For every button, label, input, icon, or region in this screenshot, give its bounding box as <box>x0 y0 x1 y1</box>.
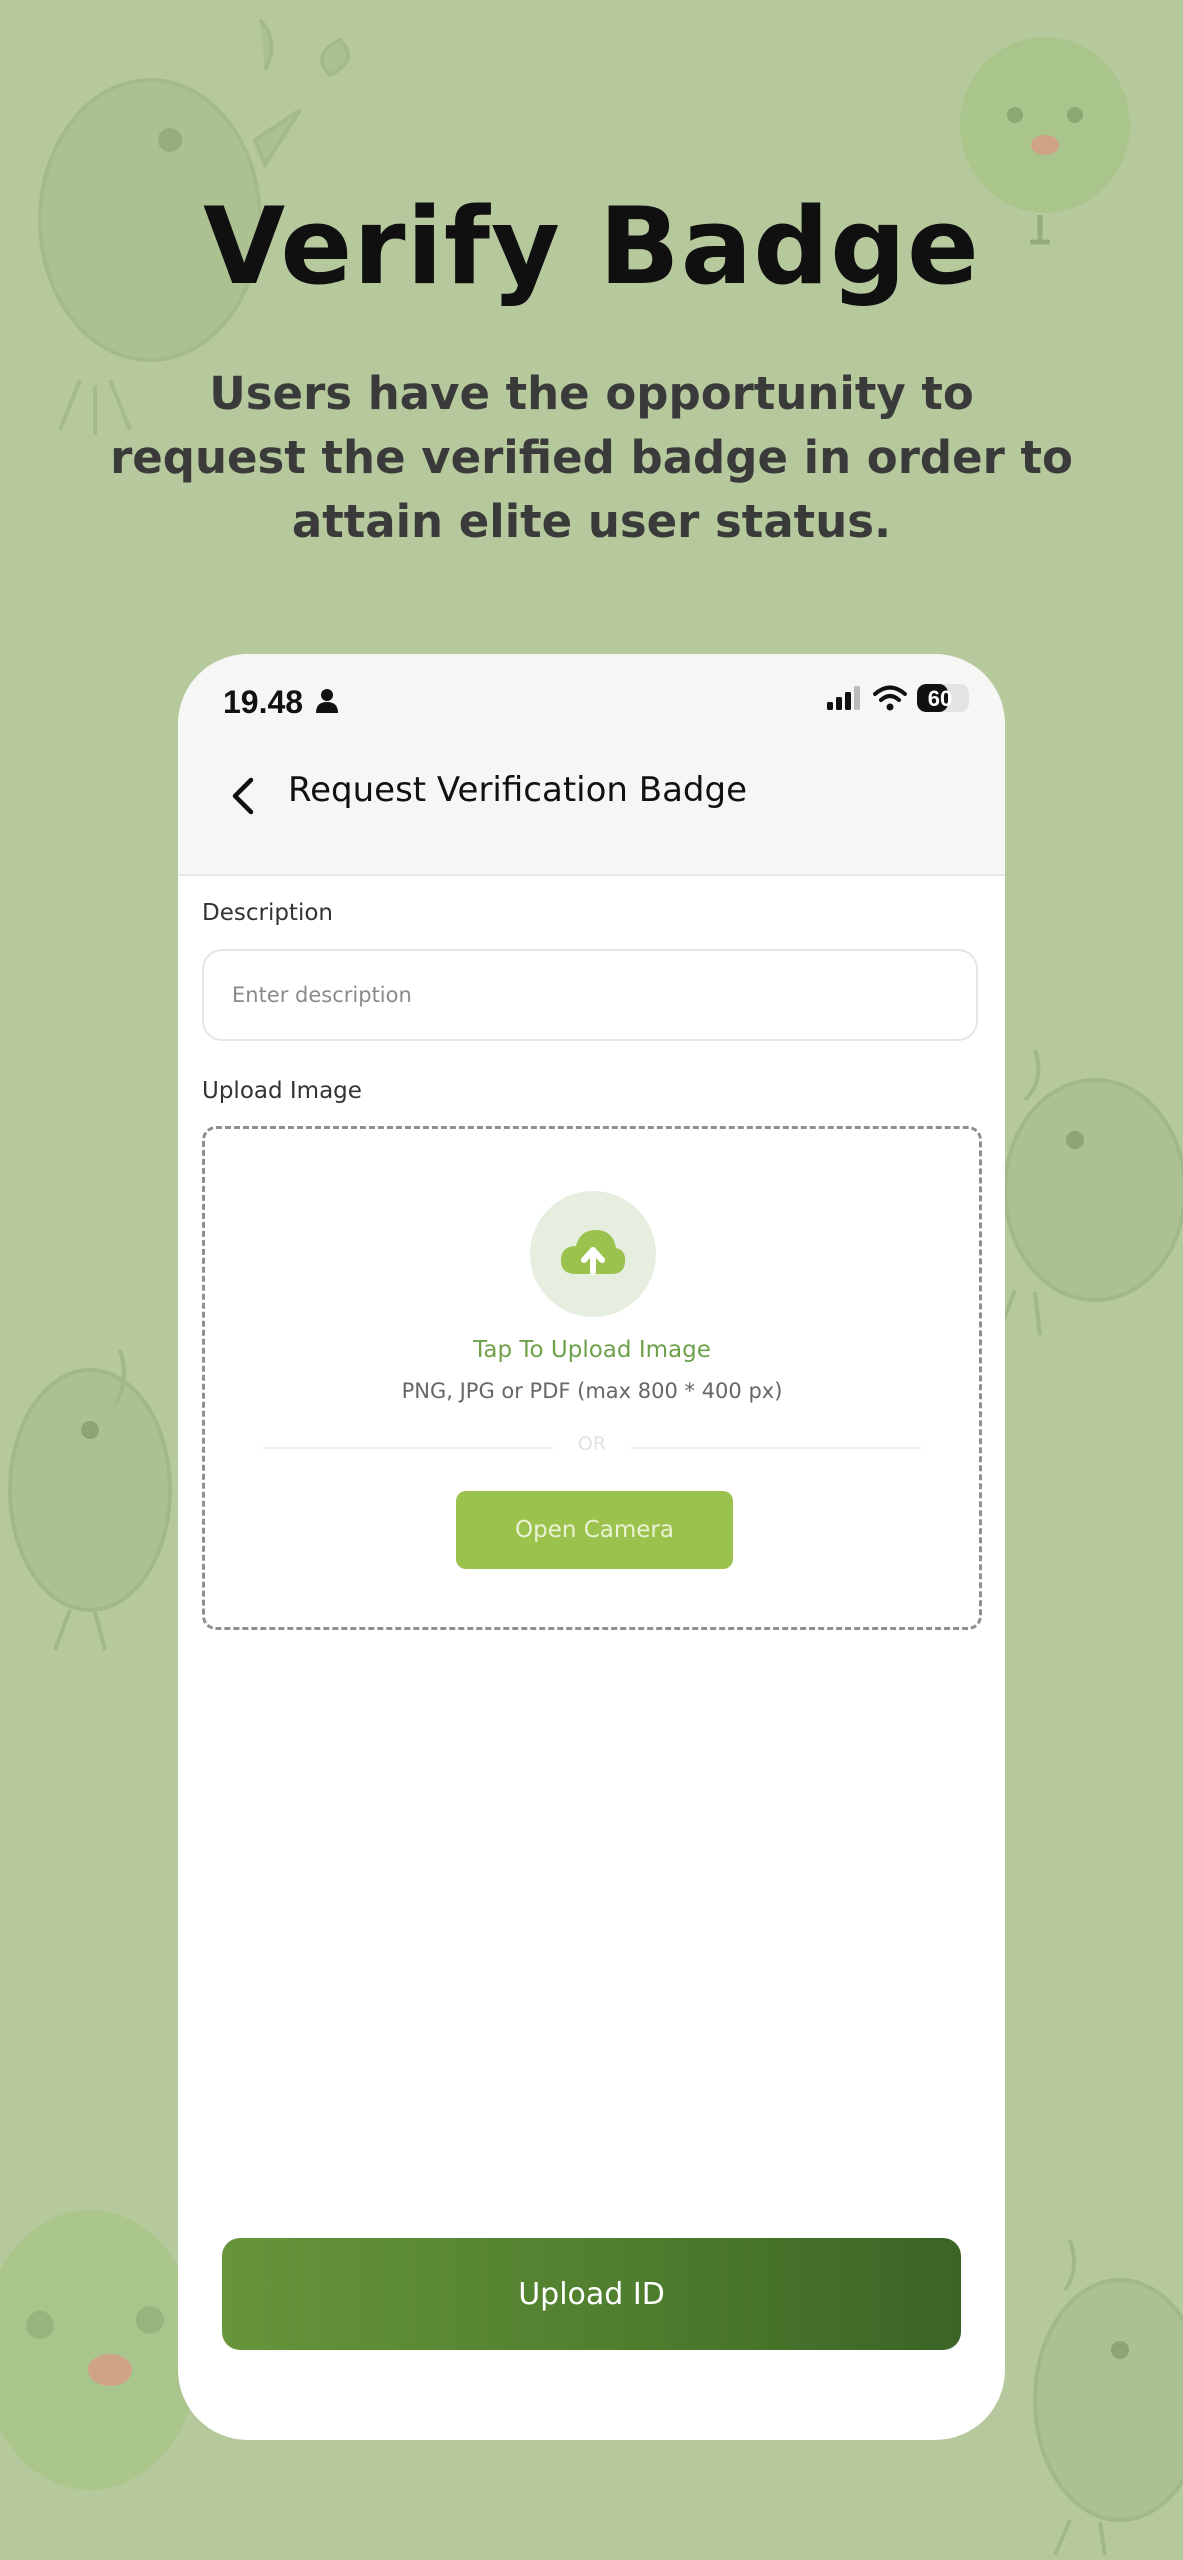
file-format-hint: PNG, JPG or PDF (max 800 * 400 px) <box>401 1379 783 1403</box>
status-time: 19.48 <box>223 684 304 720</box>
tap-to-upload-text[interactable]: Tap To Upload Image <box>205 1337 979 1363</box>
status-indicators: 60 <box>827 684 969 712</box>
upload-icon-circle[interactable] <box>530 1191 656 1317</box>
battery-percent: 60 <box>927 686 953 711</box>
chick-illustration-bottom-right <box>1033 2239 1183 2556</box>
chick-illustration-mid-right <box>998 1049 1183 1336</box>
description-label: Description <box>202 900 333 926</box>
signal-icon <box>827 686 860 710</box>
promo-subtitle: Users have the opportunity to request th… <box>110 367 1073 548</box>
wifi-icon <box>873 685 907 711</box>
chevron-left-icon[interactable] <box>223 772 263 820</box>
upload-dropzone[interactable]: Tap To Upload Image PNG, JPG or PDF (max… <box>202 1126 982 1630</box>
battery-icon: 60 <box>917 684 969 712</box>
page-title: Request Verification Badge <box>288 770 747 810</box>
or-divider-text: OR <box>577 1433 607 1455</box>
upload-id-button[interactable]: Upload ID <box>222 2238 961 2350</box>
phone-mockup: 19.48 60 Request Verification Badge Desc… <box>178 654 1005 2440</box>
description-input[interactable] <box>202 949 978 1041</box>
upload-image-label: Upload Image <box>202 1078 362 1104</box>
cloud-upload-icon <box>560 1230 626 1275</box>
divider-right <box>631 1447 921 1449</box>
promo-title: Verify Badge <box>203 185 980 308</box>
person-icon <box>316 689 338 713</box>
chick-illustration-mid-left <box>8 1349 172 1651</box>
open-camera-button[interactable]: Open Camera <box>456 1491 733 1569</box>
